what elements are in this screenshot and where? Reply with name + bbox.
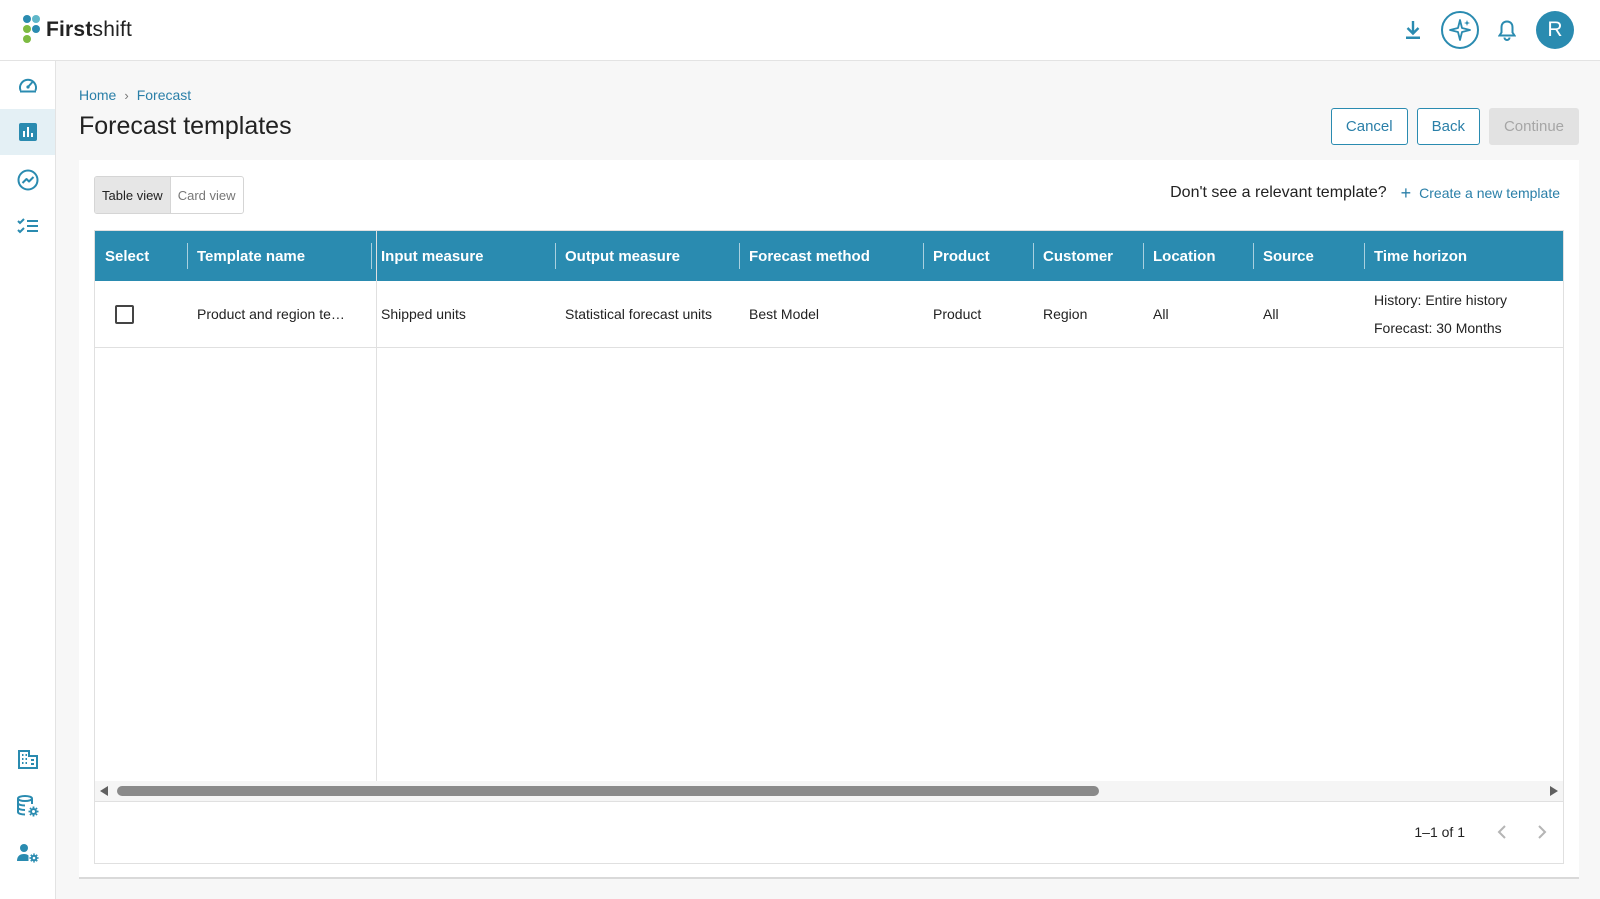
breadcrumb: Home › Forecast — [79, 87, 191, 103]
horizontal-scrollbar[interactable] — [95, 781, 1563, 801]
header-actions: Cancel Back Continue — [1322, 108, 1579, 145]
download-icon[interactable] — [1394, 11, 1432, 49]
firstshift-logo[interactable]: Firstshift — [20, 14, 132, 46]
database-gear-icon — [16, 795, 38, 817]
templates-card: Table view Card view Don't see a relevan… — [79, 160, 1579, 879]
continue-button[interactable]: Continue — [1488, 108, 1579, 145]
source-cell: All — [1263, 306, 1279, 322]
page-title: Forecast templates — [79, 112, 292, 140]
select-cell — [106, 281, 166, 347]
brand-name: Firstshift — [46, 18, 133, 41]
table-footer: 1–1 of 1 — [95, 801, 1563, 863]
sidebar-item-data-settings[interactable] — [0, 783, 55, 829]
create-new-template-label: Create a new template — [1419, 185, 1560, 201]
row-select-checkbox[interactable] — [115, 304, 134, 324]
column-header-output-measure[interactable]: Output measure — [555, 231, 739, 281]
sidebar — [0, 61, 56, 899]
forecast-method-cell: Best Model — [749, 306, 820, 322]
bell-icon[interactable] — [1488, 11, 1526, 49]
table-header: Select Template name Input measure Outpu… — [95, 231, 1563, 281]
breadcrumb-home[interactable]: Home — [79, 87, 116, 103]
sidebar-item-tasks[interactable] — [0, 204, 55, 250]
column-header-forecast-method[interactable]: Forecast method — [739, 231, 923, 281]
column-header-template-name[interactable]: Template name — [187, 231, 371, 281]
user-avatar[interactable]: R — [1536, 11, 1574, 49]
time-horizon-history: History: Entire history — [1374, 292, 1508, 308]
logo-mark-icon — [20, 14, 42, 46]
sidebar-item-organization[interactable] — [0, 736, 55, 782]
column-header-select: Select — [105, 247, 150, 265]
user-gear-icon — [16, 844, 38, 863]
table-view-toggle[interactable]: Table view — [95, 177, 171, 213]
create-template-prompt: Don't see a relevant template? + Create … — [1170, 184, 1560, 202]
scroll-left-arrow-icon[interactable] — [100, 786, 108, 796]
top-actions: R — [1385, 11, 1574, 49]
sidebar-item-analytics[interactable] — [0, 157, 55, 203]
column-header-time-horizon[interactable]: Time horizon — [1364, 231, 1563, 281]
scroll-right-arrow-icon[interactable] — [1550, 786, 1558, 796]
building-icon — [17, 750, 38, 769]
bar-chart-icon — [18, 123, 37, 141]
sidebar-item-forecast[interactable] — [0, 109, 55, 155]
pagination-range: 1–1 of 1 — [1414, 824, 1465, 840]
create-new-template-link[interactable]: + Create a new template — [1401, 184, 1560, 202]
output-measure-cell: Statistical forecast units — [565, 306, 713, 322]
sidebar-item-user-settings[interactable] — [0, 830, 55, 876]
table-row[interactable]: Product and region te… Shipped units Sta… — [95, 281, 1563, 348]
chevron-right-icon — [1538, 825, 1547, 839]
view-toggle: Table view Card view — [94, 176, 244, 214]
column-header-source[interactable]: Source — [1253, 231, 1363, 281]
sidebar-item-dashboard[interactable] — [0, 63, 55, 109]
breadcrumb-separator: › — [124, 87, 129, 103]
time-horizon-forecast: Forecast: 30 Months — [1374, 320, 1502, 336]
trend-icon — [17, 169, 38, 191]
chevron-left-icon — [1497, 825, 1506, 839]
cancel-button[interactable]: Cancel — [1330, 108, 1408, 145]
breadcrumb-forecast[interactable]: Forecast — [137, 87, 191, 103]
time-horizon-cell: History: Entire history Forecast: 30 Mon… — [1364, 281, 1563, 347]
ai-sparkle-icon[interactable] — [1441, 11, 1479, 49]
next-page-button[interactable] — [1530, 820, 1554, 844]
templates-table: Select Template name Input measure Outpu… — [94, 230, 1564, 864]
column-header-product[interactable]: Product — [923, 231, 1033, 281]
customer-cell: Region — [1043, 306, 1088, 322]
card-view-toggle[interactable]: Card view — [171, 177, 243, 213]
column-header-input-measure[interactable]: Input measure — [371, 231, 555, 281]
top-bar: Firstshift R — [0, 0, 1600, 61]
checklist-icon — [16, 218, 38, 234]
scrollbar-thumb[interactable] — [117, 786, 1099, 796]
location-cell: All — [1153, 306, 1169, 322]
column-header-location[interactable]: Location — [1143, 231, 1253, 281]
relevant-template-question: Don't see a relevant template? — [1170, 184, 1387, 201]
back-button[interactable]: Back — [1416, 108, 1480, 145]
template-name-cell[interactable]: Product and region te… — [187, 281, 371, 347]
input-measure-cell: Shipped units — [381, 306, 466, 322]
previous-page-button[interactable] — [1490, 820, 1514, 844]
speedometer-icon — [18, 78, 37, 93]
plus-icon: + — [1400, 183, 1412, 203]
product-cell: Product — [933, 306, 982, 322]
column-header-customer[interactable]: Customer — [1033, 231, 1143, 281]
